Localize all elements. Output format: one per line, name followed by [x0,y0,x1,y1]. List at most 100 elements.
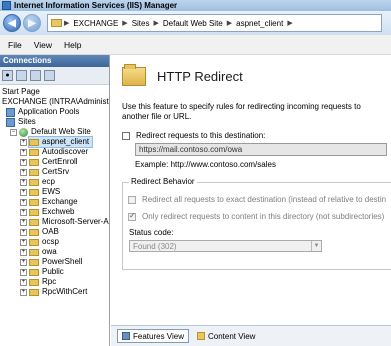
group-title: Redirect Behavior [129,177,197,186]
expand-expander[interactable]: + [20,268,27,276]
connections-toolbar: ● [0,67,109,85]
exact-destination-checkbox[interactable] [128,195,136,204]
connections-header: Connections [0,55,109,67]
folder-icon [29,248,39,256]
redirect-checkbox-row[interactable]: Redirect requests to this destination: [122,131,391,140]
breadcrumb-item-aspnet-client[interactable]: aspnet_client [232,19,287,28]
tree-label: Exchange [42,197,78,206]
features-view-label: Features View [133,331,184,341]
tree-node-certsrv[interactable]: + CertSrv [2,167,109,177]
view-switcher: Features View Content View [111,325,391,346]
breadcrumb[interactable]: ▶ EXCHANGE ▶ Sites ▶ Default Web Site ▶ … [47,14,382,32]
expand-expander[interactable]: + [20,238,27,246]
folder-icon [29,288,39,296]
refresh-icon[interactable] [44,70,55,81]
tree-node-ews[interactable]: + EWS [2,187,109,197]
expand-expander[interactable]: + [20,208,27,216]
tree-node-default-web-site[interactable]: − Default Web Site [2,127,109,137]
tree-node-app-pools[interactable]: Application Pools [2,107,109,117]
only-directory-row[interactable]: Only redirect requests to content in thi… [128,211,391,221]
tree-node-ecp[interactable]: + ecp [2,177,109,187]
tree-node-owa[interactable]: + owa [2,247,109,257]
folder-icon [29,208,39,216]
status-code-select[interactable]: Found (302) ▼ [129,240,322,252]
redirect-checkbox[interactable] [122,131,130,140]
tree-label: CertSrv [42,167,70,176]
forward-button[interactable]: ▶ [23,14,41,32]
tree-label: CertEnroll [42,157,78,166]
tree-node-powershell[interactable]: + PowerShell [2,257,109,267]
expand-expander[interactable]: + [20,198,27,206]
tree-node-oab[interactable]: + OAB [2,227,109,237]
expand-expander[interactable]: + [20,228,27,236]
status-code-label: Status code: [129,228,174,237]
tree-node-server[interactable]: EXCHANGE (INTRA\Administrat [2,97,109,107]
folder-icon [29,238,39,246]
folder-icon [29,168,39,176]
menu-help[interactable]: Help [64,40,81,50]
up-folder-icon[interactable] [30,70,41,81]
folder-icon [29,138,39,146]
back-button[interactable]: ◀ [3,14,21,32]
tree-node-public[interactable]: + Public [2,267,109,277]
app-pools-icon [6,107,15,117]
expand-expander[interactable]: + [20,138,27,146]
tree-label: Microsoft-Server-Ac [42,217,109,226]
tree-node-start-page[interactable]: Start Page [2,87,109,97]
menu-view[interactable]: View [34,40,52,50]
back-arrow-icon: ◀ [8,17,16,29]
tree-label: owa [42,247,57,256]
folder-icon [29,178,39,186]
expand-expander[interactable]: + [20,258,27,266]
expand-expander[interactable]: + [20,218,27,226]
expand-expander[interactable]: + [20,168,27,176]
expand-expander[interactable]: + [20,248,27,256]
expand-expander[interactable]: + [20,278,27,286]
folder-icon [29,258,39,266]
chevron-down-icon[interactable]: ▼ [311,241,321,251]
tree-node-autodiscover[interactable]: + Autodiscover [2,147,109,157]
save-icon[interactable] [16,70,27,81]
breadcrumb-item-sites[interactable]: Sites [128,19,154,28]
http-redirect-folder-icon [122,64,146,86]
features-view-tab[interactable]: Features View [117,329,189,343]
tree-node-ocsp[interactable]: + ocsp [2,237,109,247]
folder-icon [29,148,39,156]
tree-node-rpcwithcert[interactable]: + RpcWithCert [2,287,109,297]
tree-label: RpcWithCert [42,287,88,296]
exact-destination-row[interactable]: Redirect all requests to exact destinati… [128,195,391,204]
tree-node-exchweb[interactable]: + Exchweb [2,207,109,217]
breadcrumb-item-exchange[interactable]: EXCHANGE [69,19,122,28]
tree-node-certenroll[interactable]: + CertEnroll [2,157,109,167]
tree-label: Sites [18,117,36,126]
connect-icon[interactable]: ● [2,70,13,81]
tree-label: Rpc [42,277,57,286]
tree-node-microsoft-server-ac[interactable]: + Microsoft-Server-Ac [2,217,109,227]
expand-expander[interactable]: + [20,188,27,196]
tree-node-aspnet-client[interactable]: + aspnet_client [2,136,109,148]
tree-label: ocsp [42,237,59,246]
tree-node-exchange[interactable]: + Exchange [2,197,109,207]
breadcrumb-item-default-web-site[interactable]: Default Web Site [159,19,227,28]
tree-node-sites[interactable]: Sites [2,117,109,127]
collapse-expander[interactable]: − [10,128,17,136]
expand-expander[interactable]: + [20,158,27,166]
expand-expander[interactable]: + [20,148,27,156]
expand-expander[interactable]: + [20,288,27,296]
breadcrumb-separator: ▶ [287,20,293,27]
folder-icon [29,198,39,206]
tree-label: EWS [42,187,61,196]
page-title: HTTP Redirect [157,69,243,84]
menu-file[interactable]: File [8,40,22,50]
folder-icon [29,158,39,166]
content-view-tab[interactable]: Content View [193,329,259,343]
redirect-checkbox-label: Redirect requests to this destination: [136,131,266,140]
tree-node-rpc[interactable]: + Rpc [2,277,109,287]
expand-expander[interactable]: + [20,178,27,186]
address-bar: ◀ ▶ ▶ EXCHANGE ▶ Sites ▶ Default Web Sit… [0,11,391,35]
only-directory-checkbox[interactable] [128,211,136,221]
tree-label: PowerShell [42,257,83,266]
folder-icon [29,268,39,276]
redirect-url-input[interactable]: https://mail.contoso.com/owa [135,143,387,156]
tree-label: EXCHANGE (INTRA\Administrat [2,97,109,106]
